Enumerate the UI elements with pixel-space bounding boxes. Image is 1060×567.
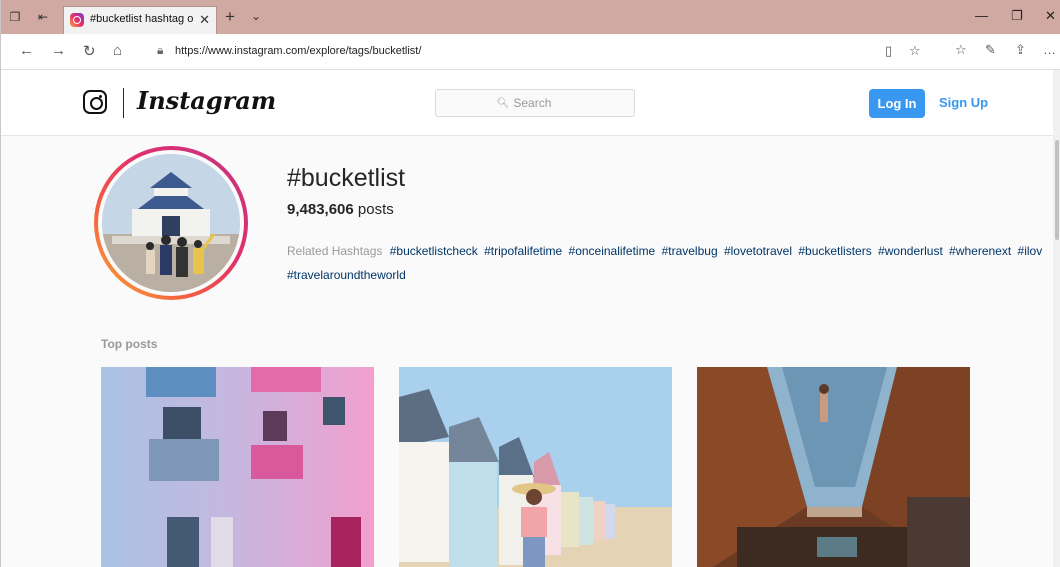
signup-link[interactable]: Sign Up (939, 95, 988, 110)
related-hashtag-link[interactable]: #wonderlust (878, 244, 943, 258)
login-button[interactable]: Log In (869, 89, 925, 118)
instagram-wordmark[interactable]: Instagram (137, 86, 276, 115)
post-image (697, 367, 970, 567)
restore-icon[interactable]: ❐ (1011, 8, 1023, 24)
post-count: 9,483,606 posts (287, 201, 394, 218)
back-icon[interactable]: ← (19, 42, 34, 59)
top-post-1[interactable] (101, 367, 374, 567)
top-post-2[interactable] (399, 367, 672, 567)
reading-view-icon[interactable]: ▯ (885, 43, 892, 59)
browser-tab[interactable]: #bucketlist hashtag on I ✕ (63, 6, 217, 34)
minimize-icon[interactable]: — (975, 8, 988, 23)
related-hashtag-link[interactable]: #wherenext (949, 244, 1011, 258)
related-hashtag-link[interactable]: #ilov (1018, 244, 1043, 258)
avatar-image (102, 154, 240, 292)
search-icon: 🔍︎ (496, 97, 510, 109)
instagram-header: Instagram 🔍︎ Log In Sign Up (1, 70, 1060, 136)
top-post-3[interactable] (697, 367, 970, 567)
lock-icon: 🔒︎ (157, 43, 164, 57)
post-image (399, 367, 672, 567)
related-hashtag-link[interactable]: #lovetotravel (724, 244, 792, 258)
scrollbar-thumb[interactable] (1055, 140, 1059, 240)
browser-window: ❐ ⇤ #bucketlist hashtag on I ✕ + ⌄ — ❐ ✕… (0, 0, 1060, 567)
hashtag-title: #bucketlist (287, 164, 406, 192)
related-hashtag-link[interactable]: #bucketlistcheck (390, 244, 478, 258)
favorite-star-icon[interactable]: ☆ (909, 43, 921, 59)
related-hashtags: Related Hashtags #bucketlistcheck #tripo… (287, 239, 1060, 287)
url-text: https://www.instagram.com/explore/tags/b… (175, 45, 422, 57)
close-tab-icon[interactable]: ✕ (199, 12, 210, 28)
post-count-suffix: posts (357, 201, 394, 218)
title-bar: ❐ ⇤ #bucketlist hashtag on I ✕ + ⌄ — ❐ ✕ (1, 0, 1060, 34)
post-count-number: 9,483,606 (287, 201, 354, 218)
refresh-icon[interactable]: ↻ (83, 42, 96, 60)
url-field[interactable]: 🔒︎ https://www.instagram.com/explore/tag… (147, 39, 937, 65)
post-image (101, 367, 374, 567)
tab-title: #bucketlist hashtag on I (90, 13, 194, 25)
close-window-icon[interactable]: ✕ (1045, 8, 1056, 24)
related-hashtag-link[interactable]: #onceinalifetime (569, 244, 656, 258)
set-aside-tabs-icon[interactable]: ⇤ (35, 9, 51, 25)
related-hashtag-link[interactable]: #travelbug (662, 244, 718, 258)
instagram-favicon-icon (70, 13, 84, 27)
forward-icon[interactable]: → (51, 42, 66, 59)
address-bar: ← → ↻ ⌂ 🔒︎ https://www.instagram.com/exp… (1, 34, 1060, 70)
related-hashtag-link[interactable]: #travelaroundtheworld (287, 268, 406, 282)
pen-icon[interactable]: ✎ (985, 42, 996, 58)
home-icon[interactable]: ⌂ (113, 42, 122, 59)
favorites-hub-icon[interactable]: ☆ (955, 42, 967, 58)
search-input[interactable] (513, 90, 574, 116)
related-hashtag-link[interactable]: #bucketlisters (798, 244, 871, 258)
new-tab-icon[interactable]: + (225, 7, 235, 27)
search-box[interactable]: 🔍︎ (435, 89, 635, 117)
tab-actions-icon[interactable]: ❐ (7, 9, 23, 25)
related-hashtag-link[interactable]: #tripofalifetime (484, 244, 562, 258)
chevron-down-icon[interactable]: ⌄ (251, 9, 261, 23)
page-scrollbar[interactable] (1053, 70, 1060, 567)
share-icon[interactable]: ⇪ (1015, 42, 1026, 58)
hashtag-avatar (94, 146, 248, 300)
header-divider (123, 88, 124, 118)
related-hashtags-label: Related Hashtags (287, 244, 383, 258)
top-posts-heading: Top posts (101, 337, 158, 351)
more-icon[interactable]: … (1043, 42, 1056, 57)
instagram-camera-icon[interactable] (83, 90, 107, 114)
